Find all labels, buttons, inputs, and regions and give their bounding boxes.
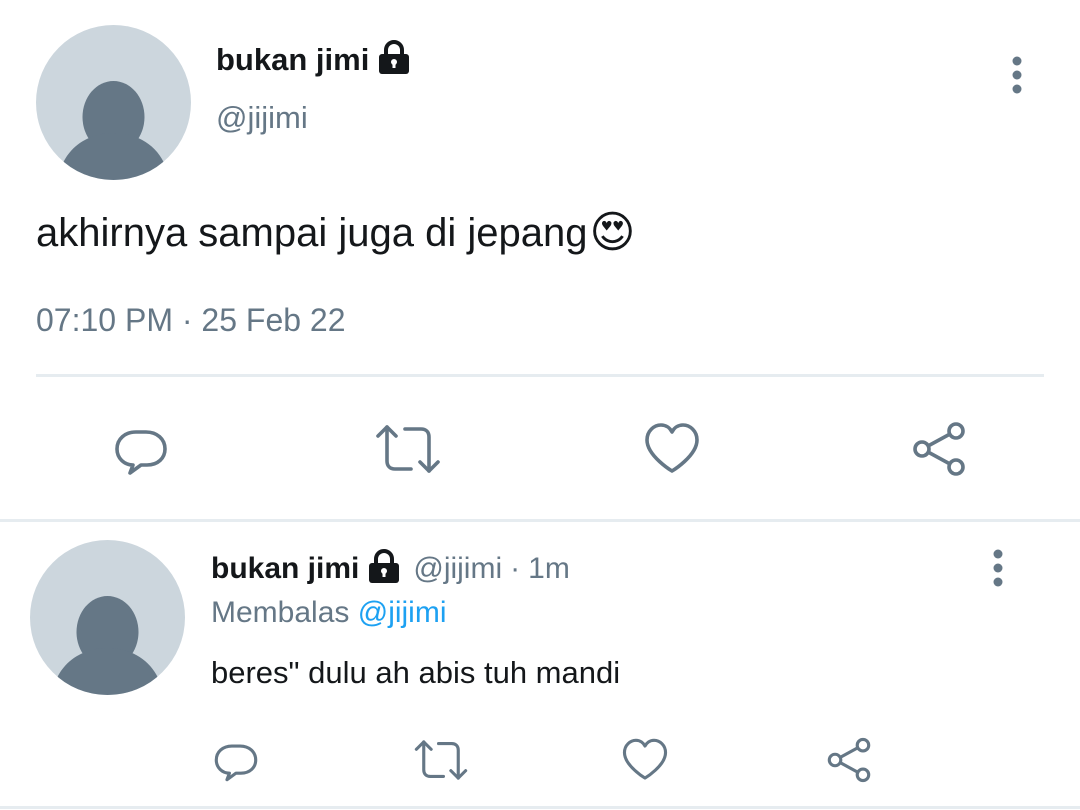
replying-to-label: Membalas bbox=[211, 596, 350, 629]
bottom-divider bbox=[0, 806, 1080, 809]
main-handle[interactable]: @jijimi bbox=[216, 100, 308, 136]
main-tweet-text: akhirnya sampai juga di jepang bbox=[36, 210, 588, 255]
like-icon bbox=[622, 738, 668, 780]
reply-more-icon[interactable] bbox=[989, 549, 1007, 589]
main-date: 25 Feb 22 bbox=[201, 302, 346, 338]
main-separator: · bbox=[181, 302, 193, 338]
reply-like-button[interactable] bbox=[620, 737, 670, 783]
lock-icon bbox=[367, 548, 401, 590]
main-timestamp-row: 07:10 PM · 25 Feb 22 bbox=[36, 302, 346, 339]
reply-age: 1m bbox=[528, 552, 570, 585]
like-icon bbox=[645, 423, 699, 473]
reply-tweet-text: beres" dulu ah abis tuh mandi bbox=[211, 655, 621, 690]
reply-share-button[interactable] bbox=[824, 737, 874, 783]
reply-reply-button[interactable] bbox=[212, 737, 260, 783]
reply-handle[interactable]: @jijimi bbox=[413, 552, 502, 586]
reply-icon bbox=[214, 744, 258, 782]
main-avatar[interactable] bbox=[36, 25, 191, 180]
main-divider bbox=[36, 374, 1044, 377]
default-avatar-icon bbox=[58, 81, 169, 180]
reply-separator: · bbox=[510, 552, 521, 585]
share-icon bbox=[913, 422, 965, 476]
reply-icon bbox=[115, 430, 167, 475]
main-reply-button[interactable] bbox=[113, 421, 169, 477]
section-divider bbox=[0, 519, 1080, 522]
main-tweet-text-row: akhirnya sampai juga di jepang 😍 bbox=[36, 205, 635, 261]
main-display-name[interactable]: bukan jimi bbox=[216, 42, 369, 78]
reply-display-name[interactable]: bukan jimi bbox=[211, 552, 359, 586]
retweet-icon bbox=[414, 740, 468, 780]
replying-to-link[interactable]: @jijimi bbox=[358, 596, 447, 629]
main-like-button[interactable] bbox=[643, 421, 701, 477]
main-author-row: bukan jimi bbox=[216, 39, 411, 81]
reply-avatar[interactable] bbox=[30, 540, 185, 695]
reply-retweet-button[interactable] bbox=[413, 737, 469, 783]
heart-eyes-emoji: 😍 bbox=[589, 208, 636, 257]
retweet-icon bbox=[376, 425, 440, 473]
default-avatar-icon bbox=[52, 596, 163, 695]
replying-to-row: Membalas @jijimi bbox=[211, 596, 447, 630]
main-more-icon[interactable] bbox=[1008, 56, 1026, 96]
lock-icon bbox=[377, 39, 411, 81]
main-time: 07:10 PM bbox=[36, 302, 173, 338]
reply-author-row: bukan jimi @jijimi · 1m bbox=[211, 548, 570, 590]
share-icon bbox=[827, 737, 871, 783]
main-retweet-button[interactable] bbox=[375, 421, 441, 477]
main-share-button[interactable] bbox=[910, 421, 968, 477]
